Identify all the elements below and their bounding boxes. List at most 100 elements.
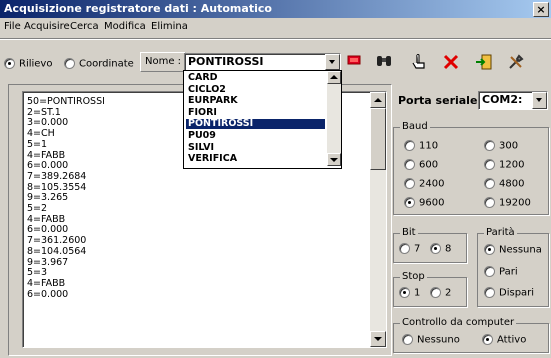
baud-2400-indicator — [404, 178, 415, 189]
bit-group: Bit 7 8 — [393, 227, 467, 263]
dropdown-item[interactable]: SILVI — [186, 142, 325, 153]
baud-2400-label: 2400 — [419, 178, 445, 190]
serial-combo[interactable]: COM2: — [478, 91, 548, 110]
stop-group: Stop 1 2 — [393, 271, 467, 307]
baud-19200-label: 19200 — [499, 197, 531, 209]
baud-4800-label: 4800 — [499, 178, 525, 190]
stop-2-label: 2 — [445, 287, 452, 299]
baud-group: Baud 110 300 600 1200 2400 4800 9600 192… — [393, 121, 549, 215]
tools-icon[interactable] — [505, 53, 527, 73]
bit-8[interactable]: 8 — [430, 243, 451, 255]
stop-1[interactable]: 1 — [399, 287, 420, 299]
scroll-thumb[interactable] — [370, 108, 386, 170]
baud-label: Baud — [400, 121, 430, 132]
menu-elimina[interactable]: Elimina — [151, 21, 188, 32]
menu-cerca[interactable]: Cerca — [70, 21, 99, 32]
stop-2-indicator — [430, 287, 441, 298]
binoculars-icon[interactable] — [373, 53, 395, 73]
bit-7-label: 7 — [414, 243, 421, 255]
hand-pointer-icon[interactable] — [408, 53, 430, 73]
menu-file[interactable]: File — [4, 21, 21, 32]
nome-label: Nome : — [145, 56, 182, 67]
stop-1-indicator — [399, 287, 410, 298]
parita-dispari[interactable]: Dispari — [484, 287, 534, 299]
radio-coordinate-label: Coordinate — [79, 58, 134, 70]
nome-label-box: Nome : — [140, 52, 186, 72]
serial-label: Porta seriale — [398, 94, 478, 107]
flag-icon[interactable] — [343, 53, 365, 73]
dropdown-scrollbar[interactable] — [327, 71, 341, 166]
dropdown-item[interactable]: FIORI — [186, 107, 325, 118]
data-line: 5=1 — [27, 138, 48, 150]
stop-1-label: 1 — [414, 287, 421, 299]
nome-dropdown[interactable]: CARD CICLO2 EURPARK FIORI PONTIROSSI PU09 SILV… — [183, 70, 342, 169]
parita-nessuna-indicator — [484, 244, 495, 255]
bit-7[interactable]: 7 — [399, 243, 420, 255]
baud-300[interactable]: 300 — [484, 140, 518, 152]
baud-9600-indicator — [404, 197, 415, 208]
dropdown-scroll-up-icon[interactable] — [327, 71, 341, 84]
controllo-nessuno-label: Nessuno — [417, 334, 460, 346]
baud-19200[interactable]: 19200 — [484, 197, 531, 209]
baud-9600[interactable]: 9600 — [404, 197, 444, 209]
baud-110-label: 110 — [419, 140, 439, 152]
dropdown-scroll-down-icon[interactable] — [327, 153, 341, 166]
bit-8-indicator — [430, 243, 441, 254]
controllo-nessuno-indicator — [402, 334, 413, 345]
scroll-up-icon[interactable] — [370, 92, 386, 108]
baud-600-label: 600 — [419, 159, 439, 171]
baud-110-indicator — [404, 140, 415, 151]
nome-combo-value: PONTIROSSI — [188, 55, 264, 68]
menu-divider — [0, 38, 551, 40]
chevron-down-icon[interactable] — [325, 54, 340, 70]
radio-rilievo[interactable]: Rilievo — [4, 58, 52, 70]
controllo-group: Controllo da computer Nessuno Attivo — [393, 317, 549, 353]
parita-pari-indicator — [484, 266, 495, 277]
parita-pari[interactable]: Pari — [484, 266, 518, 278]
parita-dispari-indicator — [484, 287, 495, 298]
data-line: 6=0.000 — [27, 288, 69, 300]
data-lines: 50=PONTIROSSI 2=ST.1 3=0.000 4=CH 5=1 4=FABB 6… — [27, 96, 105, 300]
baud-600[interactable]: 600 — [404, 159, 438, 171]
dropdown-item[interactable]: CICLO2 — [186, 84, 325, 95]
menu-modifica[interactable]: Modifica — [104, 21, 146, 32]
radio-rilievo-label: Rilievo — [19, 58, 53, 70]
nome-combo[interactable]: PONTIROSSI — [184, 53, 341, 71]
baud-4800[interactable]: 4800 — [484, 178, 524, 190]
list-scrollbar[interactable] — [370, 92, 386, 347]
dropdown-item[interactable]: CARD — [186, 73, 325, 83]
parita-nessuna[interactable]: Nessuna — [484, 244, 542, 256]
baud-110[interactable]: 110 — [404, 140, 438, 152]
menu-acquisire[interactable]: Acquisire — [24, 21, 70, 32]
baud-2400[interactable]: 2400 — [404, 178, 444, 190]
baud-4800-indicator — [484, 178, 495, 189]
controllo-attivo[interactable]: Attivo — [482, 334, 526, 346]
data-line: 8=104.0564 — [27, 245, 87, 257]
radio-coordinate-indicator — [64, 58, 75, 69]
controllo-nessuno[interactable]: Nessuno — [402, 334, 460, 346]
parita-label: Parità — [484, 227, 517, 238]
menu-bar: File Acquisire Cerca Modifica Elimina — [0, 20, 551, 36]
baud-1200-label: 1200 — [499, 159, 525, 171]
delete-x-icon[interactable] — [440, 53, 462, 73]
radio-rilievo-indicator — [4, 58, 15, 69]
stop-label: Stop — [400, 271, 427, 282]
dropdown-item[interactable]: EURPARK — [186, 96, 325, 106]
baud-1200[interactable]: 1200 — [484, 159, 524, 171]
exit-door-icon[interactable] — [473, 53, 495, 73]
stop-2[interactable]: 2 — [430, 287, 451, 299]
dropdown-item[interactable]: PONTIROSSI — [186, 119, 325, 130]
dropdown-item[interactable]: PU09 — [186, 131, 325, 141]
close-icon[interactable]: × — [533, 2, 549, 17]
title-bar: Acquisizione registratore dati : Automat… — [0, 0, 551, 18]
bit-label: Bit — [400, 227, 418, 238]
baud-600-indicator — [404, 159, 415, 170]
radio-coordinate[interactable]: Coordinate — [64, 58, 134, 70]
serial-chevron-down-icon[interactable] — [532, 92, 547, 109]
scroll-down-icon[interactable] — [370, 331, 386, 347]
controllo-attivo-label: Attivo — [497, 334, 527, 346]
dropdown-item[interactable]: VERIFICA — [186, 154, 325, 164]
bit-7-indicator — [399, 243, 410, 254]
bit-8-label: 8 — [445, 243, 452, 255]
parita-nessuna-label: Nessuna — [499, 244, 542, 256]
